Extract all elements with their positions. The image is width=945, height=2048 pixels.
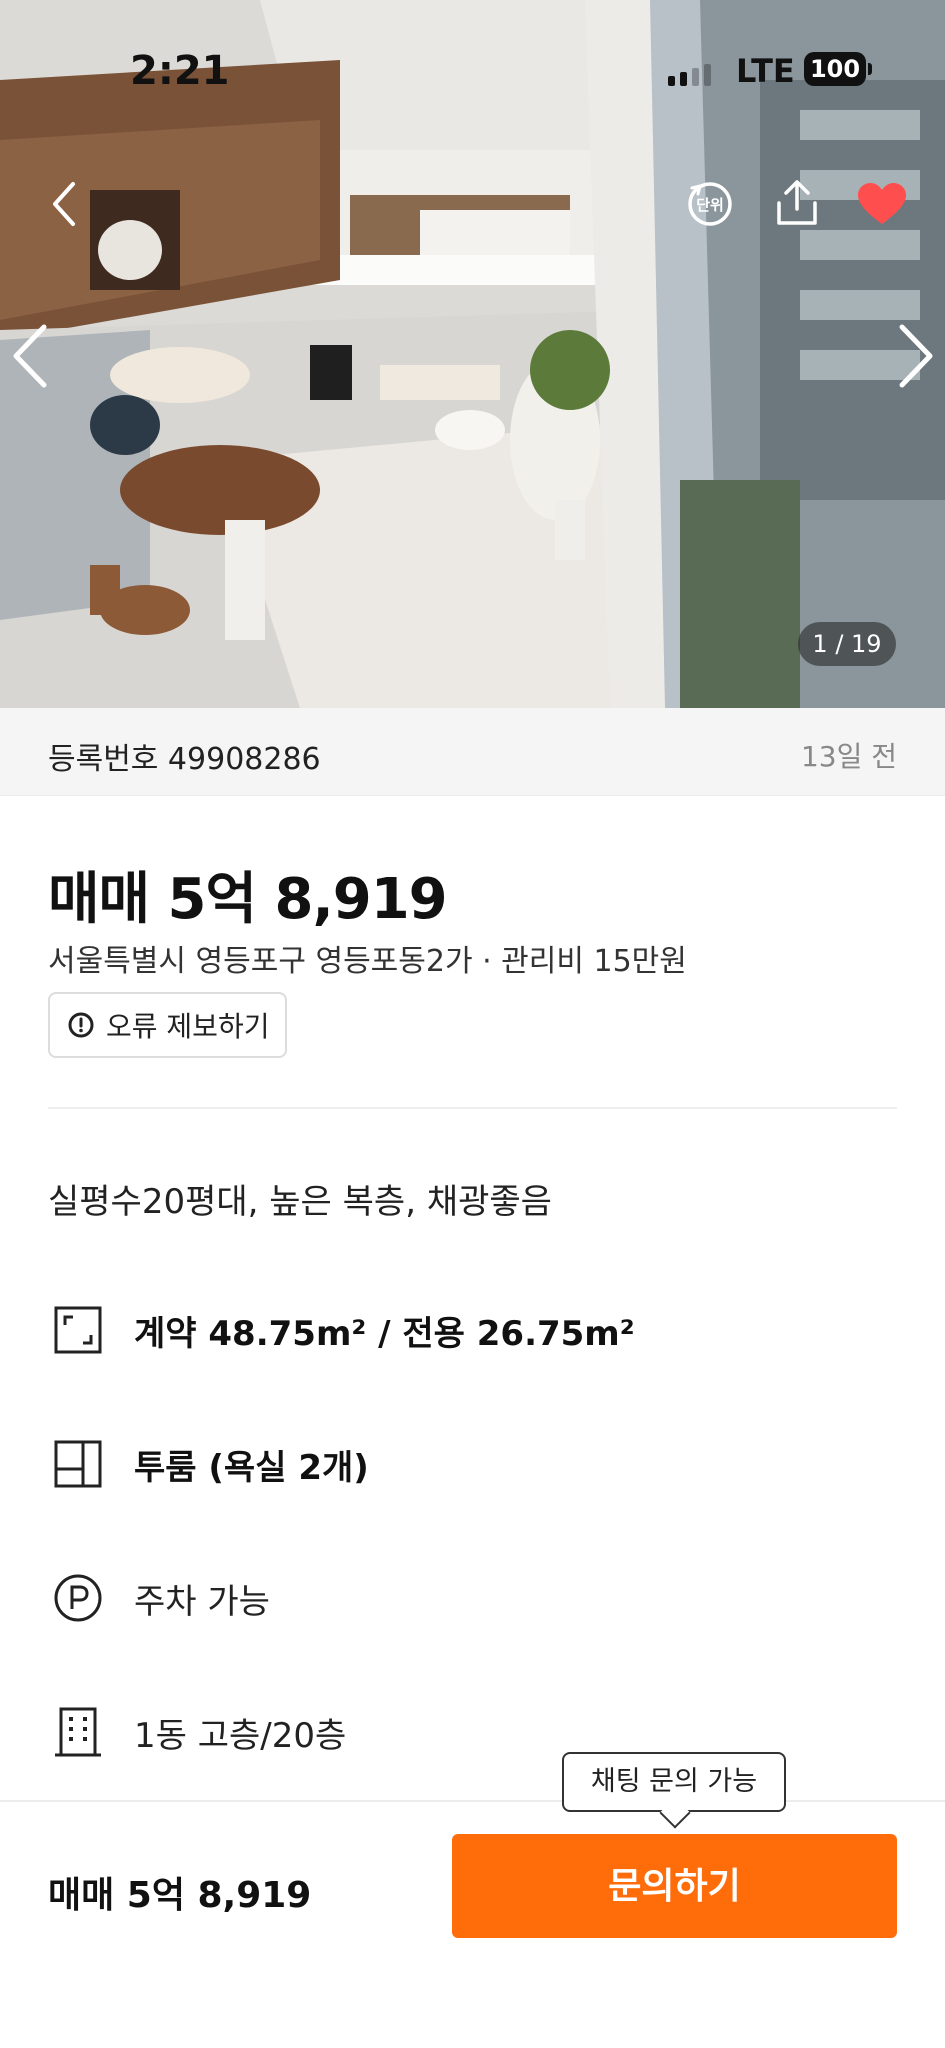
heart-icon: [858, 183, 906, 224]
building-icon: [48, 1702, 108, 1762]
report-error-button[interactable]: 오류 제보하기: [48, 992, 288, 1058]
listing-photo-gallery[interactable]: 2:21 LTE 100 단위 1 / 19: [0, 0, 945, 708]
chevron-left-icon: [13, 324, 47, 388]
unit-toggle-icon: 단위: [688, 182, 732, 226]
listing-address: 서울특별시 영등포구 영등포동2가 · 관리비 15만원: [48, 944, 687, 979]
posted-time: 13일 전: [800, 740, 897, 773]
share-icon: [777, 180, 817, 225]
area-icon: [48, 1300, 108, 1360]
signal-icon: [668, 64, 711, 86]
feature-building-label: 1동 고층/20층: [134, 1715, 347, 1756]
feature-parking-label: 주차 가능: [134, 1581, 270, 1622]
alert-circle-icon: [68, 1012, 94, 1038]
feature-area-label: 계약 48.75m² / 전용 26.75m²: [134, 1313, 635, 1354]
previous-photo-button[interactable]: [4, 318, 56, 394]
registration-bar: 등록번호 49908286 13일 전: [0, 708, 945, 796]
registration-number: 등록번호 49908286: [48, 742, 321, 777]
feature-rooms: 투룸 (욕실 2개): [48, 1434, 897, 1494]
chevron-right-icon: [899, 324, 933, 388]
status-time: 2:21: [130, 48, 230, 94]
inquiry-button[interactable]: 문의하기: [452, 1834, 897, 1938]
feature-parking: 주차 가능: [48, 1568, 897, 1628]
room-layout-icon: [48, 1434, 108, 1494]
battery-icon: 100: [804, 52, 872, 86]
chevron-left-icon: [53, 182, 75, 226]
report-error-label: 오류 제보하기: [106, 1010, 270, 1043]
listing-price: 매매 5억 8,919: [48, 867, 448, 932]
photo-counter: 1 / 19: [798, 622, 896, 666]
favorite-button[interactable]: [852, 176, 912, 232]
parking-icon: [48, 1568, 108, 1628]
feature-rooms-label: 투룸 (욕실 2개): [134, 1447, 369, 1488]
divider: [48, 1107, 897, 1109]
back-button[interactable]: [40, 176, 88, 232]
bottom-price: 매매 5억 8,919: [48, 1875, 312, 1916]
unit-toggle-label: 단위: [696, 196, 724, 214]
feature-area: 계약 48.75m² / 전용 26.75m²: [48, 1300, 897, 1360]
network-label: LTE: [736, 52, 795, 90]
next-photo-button[interactable]: [890, 318, 942, 394]
unit-toggle-button[interactable]: 단위: [682, 176, 738, 232]
listing-description: 실평수20평대, 높은 복층, 채광좋음: [48, 1182, 552, 1222]
chat-available-tooltip: 채팅 문의 가능: [562, 1752, 786, 1812]
status-bar: 2:21 LTE 100: [0, 0, 945, 140]
share-button[interactable]: [768, 174, 826, 232]
bottom-action-bar: 매매 5억 8,919 문의하기: [0, 1800, 945, 2048]
